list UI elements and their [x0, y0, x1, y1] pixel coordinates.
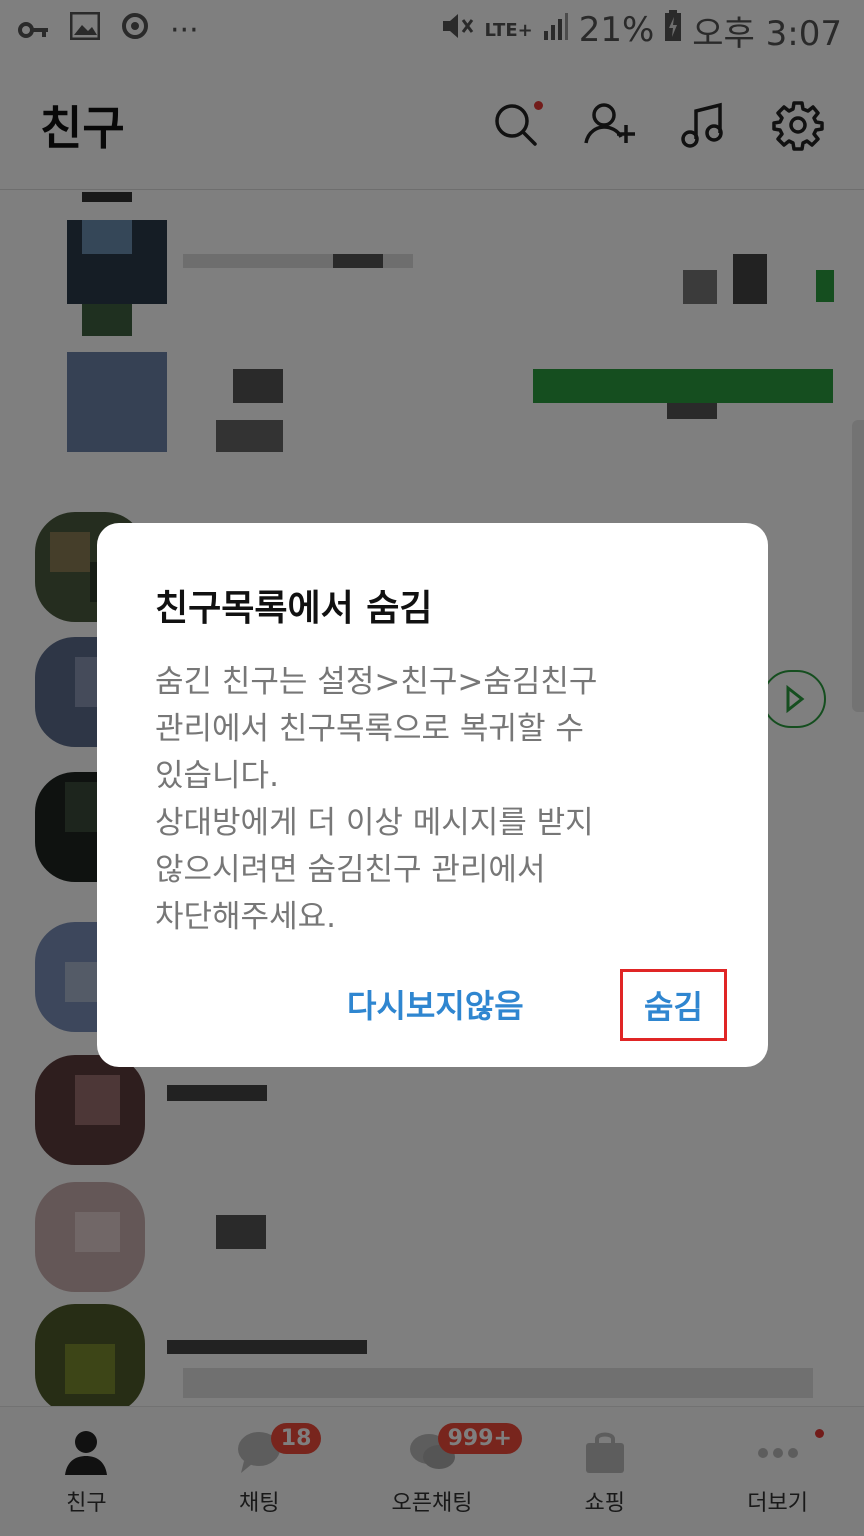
dont-show-again-button[interactable]: 다시보지않음 — [347, 981, 524, 1027]
hide-button[interactable]: 숨김 — [620, 969, 727, 1041]
hide-friend-dialog: 친구목록에서 숨김 숨긴 친구는 설정>친구>숨김친구 관리에서 친구목록으로 … — [97, 523, 768, 1067]
dialog-actions: 다시보지않음 숨김 — [97, 969, 768, 1041]
dialog-title: 친구목록에서 숨김 — [155, 588, 433, 629]
dialog-message: 숨긴 친구는 설정>친구>숨김친구 관리에서 친구목록으로 복귀할 수 있습니다… — [155, 664, 598, 935]
